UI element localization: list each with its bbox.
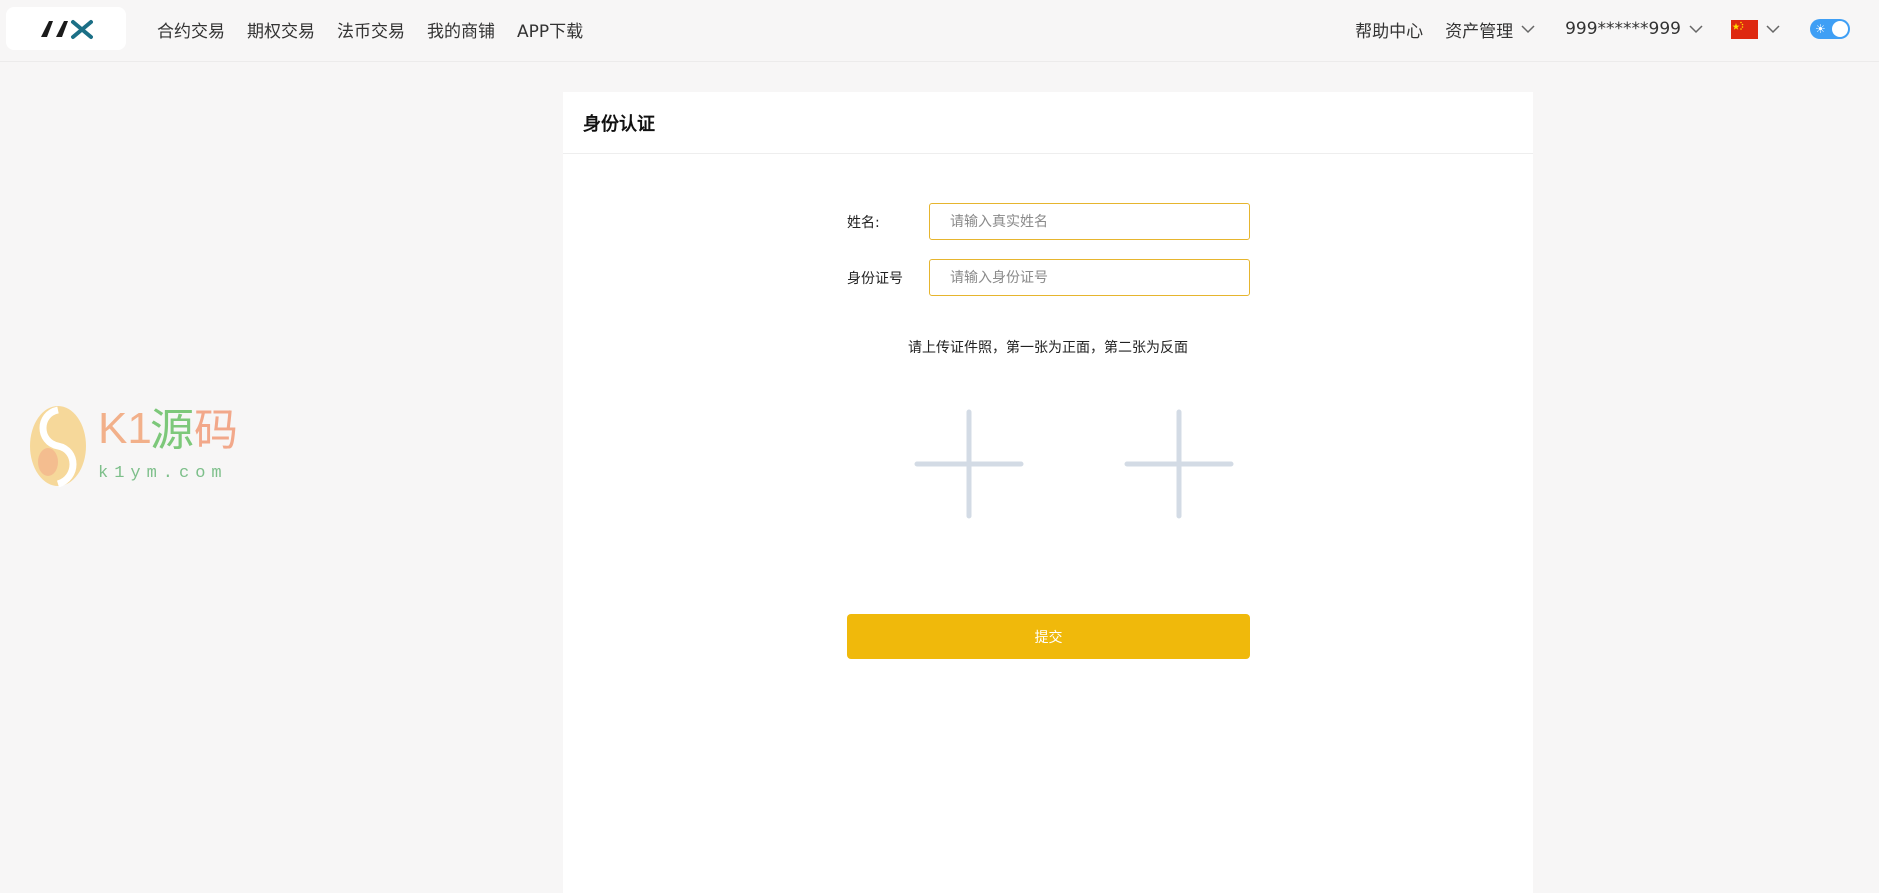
brand-logo[interactable] [6,7,126,50]
nav-my-shop[interactable]: 我的商铺 [427,17,495,42]
watermark-cn-char-1: 源 [150,405,194,456]
id-number-row: 身份证号 [847,259,1250,296]
main-nav: 合约交易 期权交易 法币交易 我的商铺 APP下载 [157,0,583,58]
asset-management-menu[interactable]: 资产管理 [1445,17,1535,42]
nav-contract-trading[interactable]: 合约交易 [157,17,225,42]
theme-toggle[interactable]: ☀ [1810,19,1850,39]
real-name-input[interactable] [929,203,1250,240]
toggle-knob [1832,21,1848,37]
sun-icon: ☀ [1815,22,1826,36]
upload-back-button[interactable] [1124,409,1234,519]
nav-options-trading[interactable]: 期权交易 [247,17,315,42]
watermark-url: k1ym.com [98,464,228,483]
nav-app-download[interactable]: APP下载 [517,17,583,42]
card-header: 身份认证 [563,92,1533,154]
id-number-input[interactable] [929,259,1250,296]
help-center-link[interactable]: 帮助中心 [1355,17,1423,42]
nav-fiat-trading[interactable]: 法币交易 [337,17,405,42]
k1ym-watermark: K1 源码 k1ym.com [28,404,238,488]
watermark-latin: K1 [98,404,152,453]
asset-management-label: 资产管理 [1445,21,1514,42]
top-header: 合约交易 期权交易 法币交易 我的商铺 APP下载 帮助中心 资产管理 999*… [0,0,1879,62]
watermark-cn: 源码 [150,406,238,456]
watermark-cn-char-2: 码 [194,405,238,456]
plus-icon [914,409,1024,519]
plus-icon [1124,409,1234,519]
cn-flag-icon [1731,19,1758,39]
watermark-logo-icon [30,406,86,488]
name-row: 姓名: [847,203,1250,240]
account-menu[interactable]: 999******999 [1565,19,1703,39]
name-label: 姓名: [847,214,880,231]
chevron-down-icon [1689,24,1703,33]
submit-button[interactable]: 提交 [847,614,1250,659]
id-number-label: 身份证号 [847,270,903,287]
upload-front-button[interactable] [914,409,1024,519]
chevron-down-icon [1766,24,1780,33]
chevron-down-icon [1521,24,1535,33]
upload-hint: 请上传证件照，第一张为正面，第二张为反面 [908,340,1188,356]
language-selector[interactable] [1731,19,1780,39]
aax-logo-icon [41,19,93,39]
page-title: 身份认证 [583,113,655,135]
identity-verification-card: 身份认证 姓名: 身份证号 请上传证件照，第一张为正面，第二张为反面 提交 [563,92,1533,893]
header-right-nav: 帮助中心 资产管理 999******999 ☀ [1355,0,1879,58]
account-label: 999******999 [1565,19,1681,39]
